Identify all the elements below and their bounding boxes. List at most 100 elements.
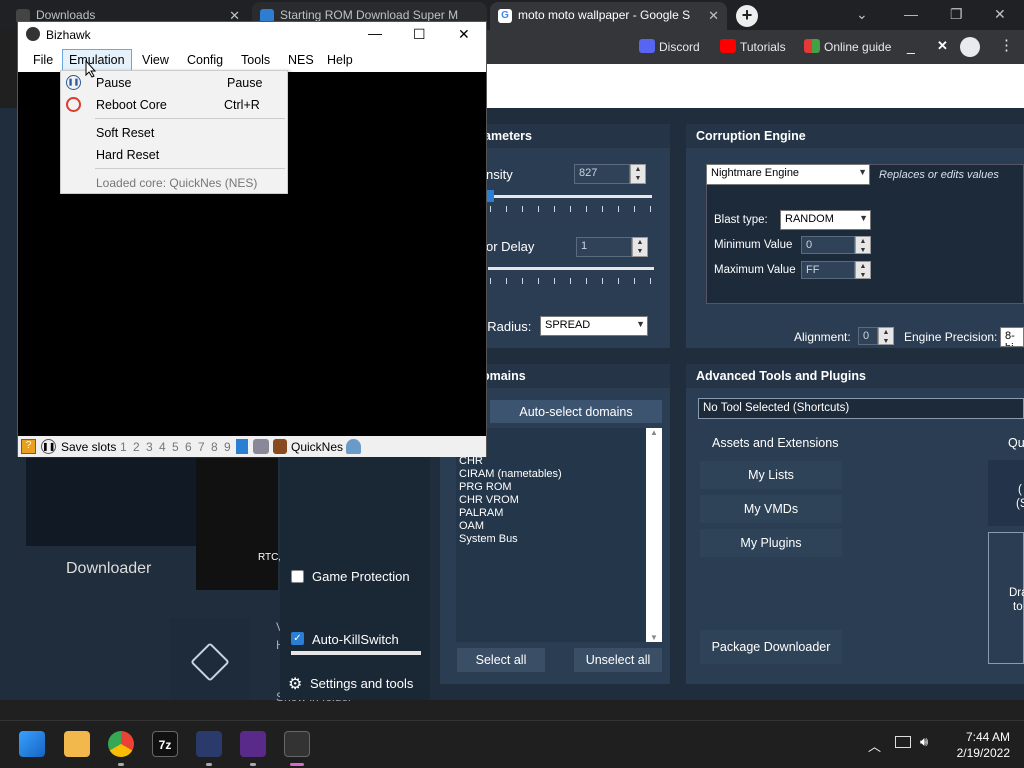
select-all-button[interactable]: Select all bbox=[457, 648, 545, 672]
package-downloader-button[interactable]: Package Downloader bbox=[700, 630, 842, 664]
min-value-spinner[interactable]: ▲ ▼ bbox=[855, 236, 871, 254]
panel-title: Advanced Tools and Plugins bbox=[686, 364, 1024, 388]
menu-tools[interactable]: Tools bbox=[241, 53, 270, 67]
app-close-icon[interactable]: ✕ bbox=[937, 38, 948, 54]
engine-select[interactable]: Nightmare Engine ▼ bbox=[706, 164, 870, 185]
bizhawk-titlebar[interactable]: Bizhawk — ☐ ✕ bbox=[18, 22, 486, 48]
slot-7[interactable]: 7 bbox=[198, 440, 205, 454]
virtualbox-tile[interactable] bbox=[170, 618, 250, 700]
menu-item-hard-reset[interactable]: Hard Reset bbox=[96, 148, 159, 162]
new-tab-button[interactable]: + bbox=[736, 5, 758, 27]
blast-type-select[interactable]: RANDOM ▼ bbox=[780, 210, 871, 230]
quick-tools-box[interactable]: ( (S bbox=[988, 460, 1024, 526]
radius-select[interactable]: SPREAD ▼ bbox=[540, 316, 648, 336]
slot-8[interactable]: 8 bbox=[211, 440, 218, 454]
menu-nes[interactable]: NES bbox=[288, 53, 314, 67]
7zip-icon[interactable]: 7z bbox=[152, 731, 178, 757]
list-item[interactable]: System Bus bbox=[459, 533, 562, 546]
bizhawk-icon[interactable] bbox=[284, 731, 310, 757]
my-plugins-button[interactable]: My Plugins bbox=[700, 529, 842, 557]
slot-4[interactable]: 4 bbox=[159, 440, 166, 454]
slot-9[interactable]: 9 bbox=[224, 440, 231, 454]
delay-input[interactable]: 1 bbox=[576, 237, 632, 257]
intensity-spinner[interactable]: ▲ ▼ bbox=[630, 164, 646, 184]
panel-title: Corruption Engine bbox=[686, 124, 1024, 148]
list-item[interactable]: CIRAM (nametables) bbox=[459, 468, 562, 481]
game-icon[interactable] bbox=[240, 731, 266, 757]
max-value-spinner[interactable]: ▲ ▼ bbox=[855, 261, 871, 279]
slot-5[interactable]: 5 bbox=[172, 440, 179, 454]
close-tab-icon[interactable]: ✕ bbox=[708, 8, 719, 24]
settings-tools-label[interactable]: Settings and tools bbox=[310, 676, 413, 691]
controller-icon[interactable] bbox=[253, 439, 269, 454]
intensity-slider-thumb[interactable] bbox=[486, 190, 494, 202]
app-minimize-icon[interactable]: _ bbox=[907, 38, 915, 54]
question-icon[interactable]: ? bbox=[21, 439, 36, 454]
auto-select-domains-button[interactable]: Auto-select domains bbox=[490, 400, 662, 423]
delay-spinner[interactable]: ▲ ▼ bbox=[632, 237, 648, 257]
file-explorer-icon[interactable] bbox=[64, 731, 90, 757]
minimize-icon[interactable]: — bbox=[904, 6, 918, 22]
bookmark-online-guide[interactable]: Online guide bbox=[798, 36, 899, 58]
game-protection-checkbox[interactable] bbox=[291, 570, 304, 583]
gear-icon[interactable]: ⚙ bbox=[288, 674, 302, 694]
max-value-input[interactable]: FF bbox=[801, 261, 855, 279]
downloader-label[interactable]: Downloader bbox=[66, 560, 151, 578]
slot-6[interactable]: 6 bbox=[185, 440, 192, 454]
list-item[interactable]: PALRAM bbox=[459, 507, 562, 520]
domain-list-scrollbar[interactable]: ▲ ▼ bbox=[646, 428, 662, 642]
alignment-input[interactable]: 0 bbox=[858, 327, 878, 345]
profile-avatar-icon[interactable] bbox=[960, 37, 980, 57]
slot-2[interactable]: 2 bbox=[133, 440, 140, 454]
chrome-menu-icon[interactable]: ⋮ bbox=[999, 36, 1014, 54]
scroll-down-icon[interactable]: ▼ bbox=[646, 633, 662, 642]
intensity-slider-track[interactable] bbox=[488, 195, 652, 198]
bookmark-label: Tutorials bbox=[740, 40, 786, 54]
list-item[interactable]: OAM bbox=[459, 520, 562, 533]
alignment-spinner[interactable]: ▲ ▼ bbox=[878, 327, 894, 345]
unselect-all-button[interactable]: Unselect all bbox=[574, 648, 662, 672]
volume-icon[interactable]: 🔊︎ bbox=[920, 734, 928, 750]
maximize-icon[interactable]: ☐ bbox=[413, 26, 426, 43]
chrome-icon[interactable] bbox=[108, 731, 134, 757]
slot-1[interactable]: 1 bbox=[120, 440, 127, 454]
page-header-strip bbox=[487, 64, 1024, 108]
delay-slider-track[interactable] bbox=[488, 267, 654, 270]
auto-killswitch-checkbox[interactable]: ✓ bbox=[291, 632, 304, 645]
pause-icon[interactable]: ❚❚ bbox=[41, 439, 56, 454]
tool-shortcuts-select[interactable]: No Tool Selected (Shortcuts) bbox=[698, 398, 1024, 419]
tab-google-search[interactable]: G moto moto wallpaper - Google S ✕ bbox=[490, 2, 727, 30]
list-item[interactable]: CHR VROM bbox=[459, 494, 562, 507]
domain-list[interactable]: M CHR CIRAM (nametables) PRG ROM CHR VRO… bbox=[456, 428, 662, 642]
drop-zone[interactable]: Dra to bbox=[988, 532, 1024, 664]
menu-config[interactable]: Config bbox=[187, 53, 223, 67]
menu-item-soft-reset[interactable]: Soft Reset bbox=[96, 126, 154, 140]
close-window-icon[interactable]: ✕ bbox=[994, 6, 1006, 23]
menu-file[interactable]: File bbox=[33, 53, 53, 67]
precision-select[interactable]: 8-bi bbox=[1000, 327, 1024, 347]
tab-search-icon[interactable]: ⌄ bbox=[856, 6, 868, 23]
scroll-up-icon[interactable]: ▲ bbox=[646, 428, 662, 437]
network-icon[interactable] bbox=[895, 736, 911, 748]
minimize-icon[interactable]: — bbox=[368, 25, 382, 41]
user-icon[interactable] bbox=[346, 439, 361, 454]
menu-help[interactable]: Help bbox=[327, 53, 353, 67]
clock[interactable]: 7:44 AM 2/19/2022 bbox=[946, 729, 1010, 761]
intensity-input[interactable]: 827 bbox=[574, 164, 630, 184]
rtc-app-icon[interactable] bbox=[196, 731, 222, 757]
menu-item-pause[interactable]: Pause bbox=[96, 76, 131, 90]
my-lists-button[interactable]: My Lists bbox=[700, 461, 842, 489]
menu-item-reboot-core[interactable]: Reboot Core bbox=[96, 98, 167, 112]
restore-icon[interactable]: ❐ bbox=[950, 6, 963, 23]
start-icon[interactable] bbox=[19, 731, 45, 757]
menu-view[interactable]: View bbox=[142, 53, 169, 67]
chevron-up-icon[interactable]: ︿ bbox=[868, 736, 881, 755]
close-icon[interactable]: ✕ bbox=[458, 26, 470, 43]
min-value-input[interactable]: 0 bbox=[801, 236, 855, 254]
slot-3[interactable]: 3 bbox=[146, 440, 153, 454]
my-vmds-button[interactable]: My VMDs bbox=[700, 495, 842, 523]
running-indicator bbox=[206, 763, 212, 766]
list-item[interactable]: PRG ROM bbox=[459, 481, 562, 494]
bookmark-discord[interactable]: Discord bbox=[633, 36, 708, 58]
bookmark-tutorials[interactable]: Tutorials bbox=[714, 36, 794, 58]
